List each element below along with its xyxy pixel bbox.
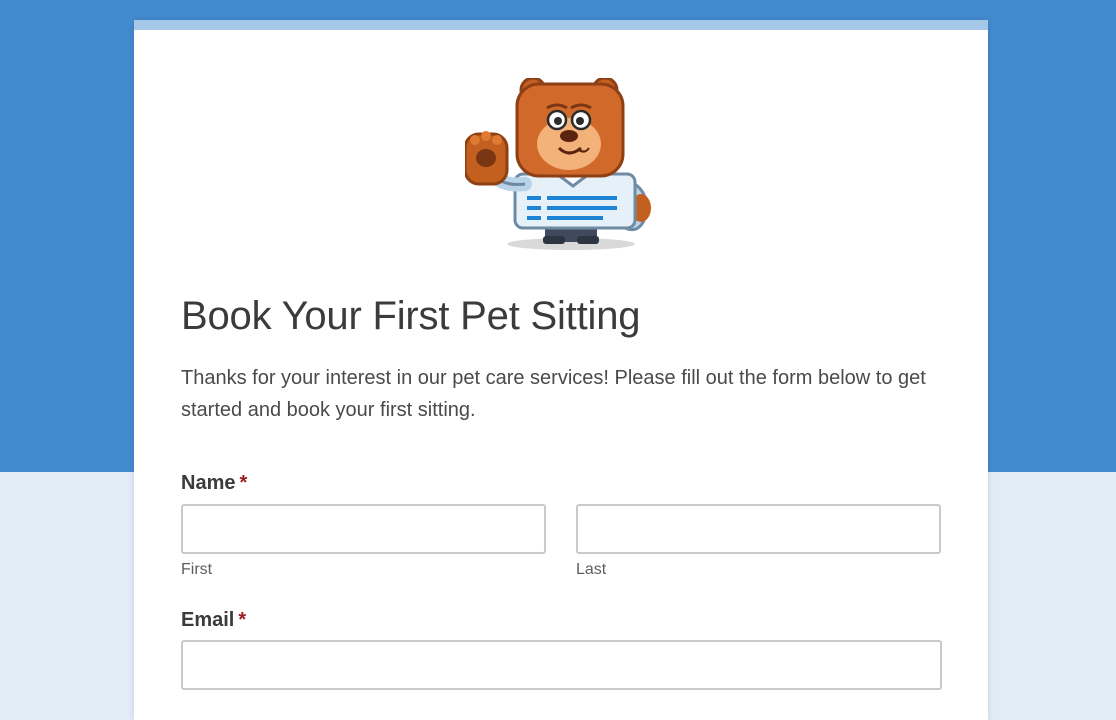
form-card: Book Your First Pet Sitting Thanks for y… [134, 20, 988, 720]
last-name-input[interactable] [576, 504, 941, 554]
email-input[interactable] [181, 640, 942, 690]
bear-mascot-icon [465, 78, 651, 250]
first-name-sublabel: First [181, 561, 213, 578]
name-label-text: Name [181, 472, 236, 494]
card-top-bar [134, 20, 988, 30]
required-marker: * [238, 609, 247, 631]
email-label-text: Email [181, 609, 235, 631]
email-field-label: Email * [181, 609, 246, 632]
last-name-sublabel: Last [576, 561, 607, 578]
name-field-label: Name * [181, 472, 247, 495]
form-description: Thanks for your interest in our pet care… [181, 367, 926, 421]
required-marker: * [239, 472, 248, 494]
first-name-input[interactable] [181, 504, 546, 554]
form-title: Book Your First Pet Sitting [181, 294, 641, 338]
